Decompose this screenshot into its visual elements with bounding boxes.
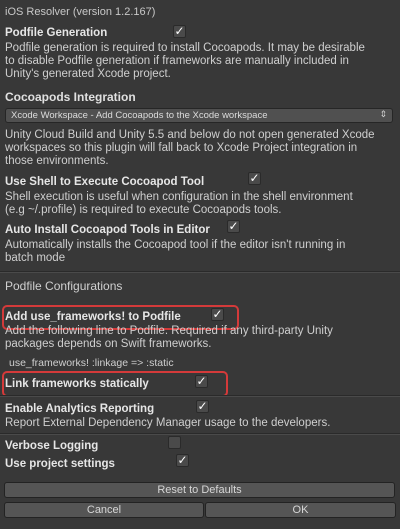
use-shell-label: Use Shell to Execute Cocoapod Tool — [5, 176, 205, 188]
description-line: packages depends on Swift frameworks. — [5, 338, 212, 350]
project-settings-label: Use project settings — [5, 458, 115, 470]
podfile-configurations-heading: Podfile Configurations — [5, 279, 123, 293]
reset-to-defaults-button[interactable]: Reset to Defaults — [4, 482, 395, 498]
use-frameworks-description: Add the following line to Podfile. Requi… — [5, 325, 333, 351]
podfile-generation-label: Podfile Generation — [5, 27, 108, 39]
use-frameworks-checkbox[interactable]: ✓ — [211, 308, 224, 321]
description-line: batch mode — [5, 252, 66, 264]
check-icon: ✓ — [249, 171, 260, 185]
use-frameworks-code: use_frameworks! :linkage => :static — [9, 357, 174, 369]
description-line: workspaces so this plugin will fall back… — [5, 142, 358, 154]
analytics-description: Report External Dependency Manager usage… — [5, 417, 331, 429]
description-line: to disable Podfile generation if framewo… — [5, 55, 349, 67]
verbose-logging-checkbox[interactable] — [168, 436, 181, 449]
link-statically-label: Link frameworks statically — [5, 378, 149, 390]
link-statically-checkbox[interactable]: ✓ — [195, 375, 208, 388]
podfile-generation-checkbox[interactable]: ✓ — [173, 25, 186, 38]
divider — [0, 271, 400, 273]
description-line: Podfile generation is required to instal… — [5, 42, 365, 54]
integration-dropdown-value: Xcode Workspace - Add Cocoapods to the X… — [11, 110, 268, 121]
description-line: (e.g ~/.profile) is required to execute … — [5, 204, 282, 216]
use-shell-checkbox[interactable]: ✓ — [248, 172, 261, 185]
analytics-checkbox[interactable]: ✓ — [196, 400, 209, 413]
use-shell-description: Shell execution is useful when configura… — [5, 191, 353, 217]
divider — [0, 433, 400, 435]
integration-dropdown[interactable]: Xcode Workspace - Add Cocoapods to the X… — [5, 108, 393, 123]
check-icon: ✓ — [212, 307, 223, 321]
dropdown-arrow-icon: ⇕ — [379, 109, 387, 119]
check-icon: ✓ — [228, 219, 239, 233]
check-icon: ✓ — [177, 453, 188, 467]
auto-install-label: Auto Install Cocoapod Tools in Editor — [5, 224, 210, 236]
description-line: Automatically installs the Cocoapod tool… — [5, 239, 346, 251]
analytics-label: Enable Analytics Reporting — [5, 403, 155, 415]
cocoapods-integration-heading: Cocoapods Integration — [5, 90, 136, 104]
auto-install-checkbox[interactable]: ✓ — [227, 220, 240, 233]
description-line: Shell execution is useful when configura… — [5, 191, 353, 203]
description-line: Unity's generated Xcode project. — [5, 68, 171, 80]
cancel-button[interactable]: Cancel — [4, 502, 204, 518]
divider — [0, 395, 400, 397]
verbose-logging-label: Verbose Logging — [5, 440, 99, 452]
auto-install-description: Automatically installs the Cocoapod tool… — [5, 239, 345, 265]
integration-description: Unity Cloud Build and Unity 5.5 and belo… — [5, 129, 375, 168]
ok-button[interactable]: OK — [205, 502, 396, 518]
project-settings-checkbox[interactable]: ✓ — [176, 454, 189, 467]
podfile-generation-description: Podfile generation is required to instal… — [5, 42, 365, 81]
description-line: those environments. — [5, 155, 109, 167]
check-icon: ✓ — [196, 374, 207, 388]
use-frameworks-label: Add use_frameworks! to Podfile — [5, 311, 181, 323]
window-title: iOS Resolver (version 1.2.167) — [5, 6, 156, 18]
check-icon: ✓ — [197, 399, 208, 413]
check-icon: ✓ — [174, 24, 185, 38]
description-line: Add the following line to Podfile. Requi… — [5, 325, 333, 337]
description-line: Unity Cloud Build and Unity 5.5 and belo… — [5, 129, 375, 141]
